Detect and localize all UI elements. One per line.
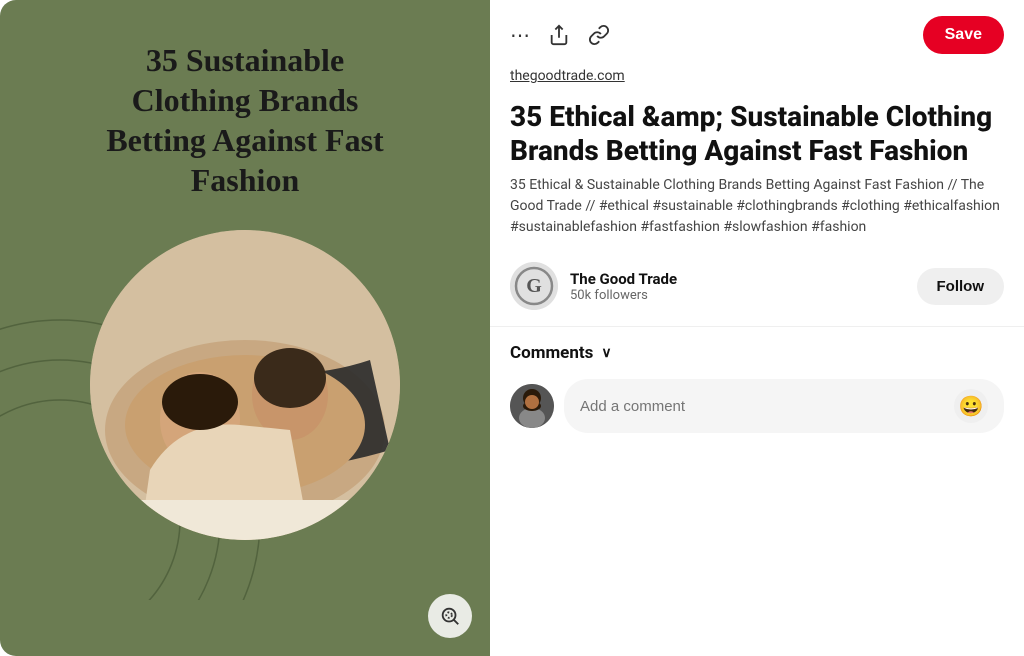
comments-label: Comments: [510, 343, 593, 363]
pin-image-text: 35 Sustainable Clothing Brands Betting A…: [0, 0, 490, 220]
pin-photo-container: [0, 230, 490, 540]
pin-photo: [90, 230, 400, 540]
commenter-avatar: [510, 384, 554, 428]
pin-author: G The Good Trade 50k followers Follow: [490, 252, 1024, 320]
svg-text:G: G: [526, 275, 542, 297]
author-name: The Good Trade: [570, 270, 905, 288]
pin-image-panel: 35 Sustainable Clothing Brands Betting A…: [0, 0, 490, 656]
comment-input-wrapper[interactable]: 😀: [564, 379, 1004, 433]
link-button[interactable]: [588, 24, 610, 46]
comments-section: Comments ∨ 😀: [490, 326, 1024, 443]
follow-button[interactable]: Follow: [917, 268, 1005, 305]
comment-input[interactable]: [580, 398, 946, 415]
lens-icon: [439, 605, 461, 627]
pin-toolbar: ⋯ Save: [490, 0, 1024, 64]
author-avatar-image: G: [510, 262, 558, 310]
comments-chevron-icon: ∨: [601, 345, 611, 361]
comments-toggle[interactable]: Comments ∨: [510, 343, 1004, 363]
more-button[interactable]: ⋯: [510, 23, 530, 47]
pin-title: 35 Ethical &amp; Sustainable Clothing Br…: [490, 94, 1024, 175]
emoji-button[interactable]: 😀: [954, 389, 988, 423]
pin-detail-panel: ⋯ Save thegoodtrade.com 35 Ethical &amp;…: [490, 0, 1024, 656]
toolbar-left: ⋯: [510, 23, 610, 47]
pin-description: 35 Ethical & Sustainable Clothing Brands…: [490, 175, 1024, 252]
author-followers: 50k followers: [570, 288, 905, 303]
author-info: The Good Trade 50k followers: [570, 270, 905, 303]
share-icon: [548, 24, 570, 46]
author-avatar[interactable]: G: [510, 262, 558, 310]
comment-input-row: 😀: [510, 379, 1004, 433]
pin-source-url[interactable]: thegoodtrade.com: [490, 64, 1024, 94]
link-icon: [588, 24, 610, 46]
commenter-avatar-image: [510, 384, 554, 428]
save-button[interactable]: Save: [923, 16, 1004, 54]
pin-image-title: 35 Sustainable Clothing Brands Betting A…: [40, 40, 450, 200]
photo-svg: [90, 230, 400, 540]
lens-button[interactable]: [428, 594, 472, 638]
share-button[interactable]: [548, 24, 570, 46]
